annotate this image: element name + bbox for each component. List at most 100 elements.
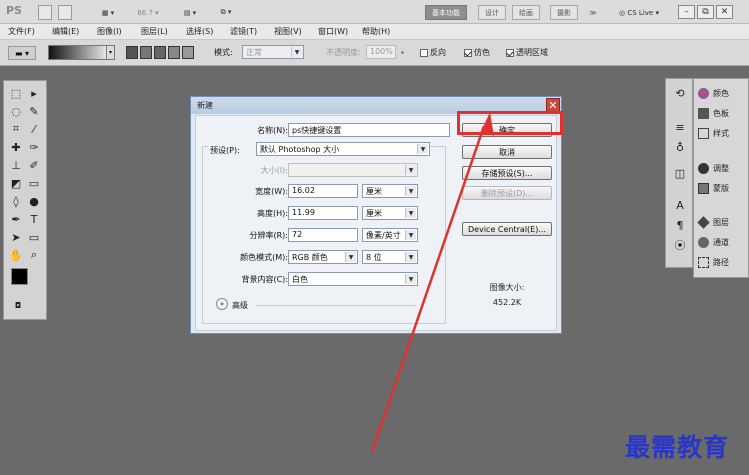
zoom-level[interactable]: 66.7 ▾ bbox=[134, 5, 162, 20]
paragraph-panel-icon[interactable]: ¶ bbox=[672, 217, 688, 233]
delete-preset-button[interactable]: 删除预设(D)... bbox=[462, 186, 552, 200]
height-unit-select[interactable]: 厘米 ▼ bbox=[362, 206, 418, 220]
reflected-gradient-icon[interactable] bbox=[168, 46, 180, 59]
zoom-tool-icon[interactable]: ⌕ bbox=[26, 247, 42, 263]
history-brush-tool-icon[interactable]: ✐ bbox=[26, 157, 42, 173]
width-input[interactable]: 16.02 bbox=[288, 184, 358, 198]
menu-filter[interactable]: 滤镜(T) bbox=[230, 26, 257, 38]
paths-panel-icon bbox=[698, 256, 709, 268]
workspace-photography[interactable]: 摄影 bbox=[550, 5, 578, 20]
panel-layers[interactable]: 图层 bbox=[697, 213, 729, 231]
marquee-tool-icon[interactable]: ⬚ bbox=[8, 85, 24, 101]
preset-select[interactable]: 默认 Photoshop 大小 ▼ bbox=[256, 142, 430, 156]
healing-brush-tool-icon[interactable]: ✚ bbox=[8, 139, 24, 155]
resolution-unit-select[interactable]: 像素/英寸 ▼ bbox=[362, 228, 418, 242]
clone-source-icon[interactable]: ♁ bbox=[672, 139, 688, 155]
ok-button[interactable]: 确定 bbox=[462, 123, 552, 137]
panel-paths[interactable]: 路径 bbox=[698, 253, 729, 271]
eraser-tool-icon[interactable]: ◩ bbox=[8, 175, 24, 191]
panel-swatches[interactable]: 色板 bbox=[698, 104, 729, 122]
reverse-checkbox[interactable] bbox=[420, 48, 428, 57]
gradient-tool-icon[interactable]: ▭ bbox=[26, 175, 42, 191]
menu-file[interactable]: 文件(F) bbox=[8, 26, 35, 38]
tool-preset-picker[interactable]: ▬ ▾ bbox=[8, 46, 36, 60]
advanced-label[interactable]: 高级 bbox=[232, 300, 248, 311]
workspace-painting[interactable]: 绘画 bbox=[512, 5, 540, 20]
hand-tool-icon[interactable]: ✋ bbox=[8, 247, 24, 263]
size-select[interactable]: ▼ bbox=[288, 163, 418, 177]
quick-mask-icon[interactable]: ◘ bbox=[12, 299, 24, 311]
dodge-tool-icon[interactable]: ● bbox=[26, 193, 42, 209]
menu-view[interactable]: 视图(V) bbox=[274, 26, 302, 38]
opacity-field[interactable]: 100% bbox=[366, 45, 396, 59]
tool-presets-icon[interactable]: ◫ bbox=[672, 165, 688, 181]
menu-help[interactable]: 帮助(H) bbox=[362, 26, 390, 38]
cancel-button[interactable]: 取消 bbox=[462, 145, 552, 159]
advanced-toggle-icon[interactable]: » bbox=[216, 298, 228, 310]
colordepth-select[interactable]: 8 位 ▼ bbox=[362, 250, 418, 264]
bridge-icon[interactable] bbox=[38, 5, 52, 20]
save-preset-button[interactable]: 存储预设(S)... bbox=[462, 166, 552, 180]
transparency-checkbox[interactable] bbox=[506, 48, 514, 57]
lasso-tool-icon[interactable]: ◌ bbox=[8, 103, 24, 119]
opacity-slider-arrow-icon[interactable]: ▸ bbox=[398, 46, 408, 58]
clone-stamp-tool-icon[interactable]: ⊥ bbox=[8, 157, 24, 173]
menu-image[interactable]: 图像(I) bbox=[97, 26, 122, 38]
resolution-input[interactable]: 72 bbox=[288, 228, 358, 242]
dialog-close-button[interactable]: ✕ bbox=[546, 98, 560, 112]
workspace-design[interactable]: 设计 bbox=[478, 5, 506, 20]
history-panel-icon[interactable]: ⟲ bbox=[672, 85, 688, 101]
colormode-select[interactable]: RGB 颜色 ▼ bbox=[288, 250, 358, 264]
path-selection-tool-icon[interactable]: ➤ bbox=[8, 229, 24, 245]
menu-select[interactable]: 选择(S) bbox=[186, 26, 213, 38]
screen-mode-icon[interactable]: ⧉ ▾ bbox=[212, 5, 240, 20]
workspace-essentials[interactable]: 基本功能 bbox=[425, 5, 467, 20]
restore-button[interactable]: ⧉ bbox=[697, 5, 714, 19]
menu-window[interactable]: 窗口(W) bbox=[318, 26, 348, 38]
cs-live-button[interactable]: ◎ CS Live ▾ bbox=[614, 5, 664, 20]
menu-edit[interactable]: 编辑(E) bbox=[52, 26, 79, 38]
linear-gradient-icon[interactable] bbox=[126, 46, 138, 59]
panel-styles[interactable]: 样式 bbox=[698, 124, 729, 142]
panel-icon-strip: ⟲ ≡ ♁ ◫ A ¶ ⦿ bbox=[665, 78, 693, 268]
info-panel-icon[interactable]: ⦿ bbox=[672, 237, 688, 253]
shape-tool-icon[interactable]: ▭ bbox=[26, 229, 42, 245]
diamond-gradient-icon[interactable] bbox=[182, 46, 194, 59]
reverse-option[interactable]: 反向 bbox=[420, 47, 446, 58]
angle-gradient-icon[interactable] bbox=[154, 46, 166, 59]
move-tool-icon[interactable]: ▸ bbox=[26, 85, 42, 101]
eyedropper-tool-icon[interactable]: ⁄ bbox=[26, 121, 42, 137]
quick-selection-tool-icon[interactable]: ✎ bbox=[26, 103, 42, 119]
name-input[interactable]: ps快捷键设置 bbox=[288, 123, 450, 137]
arrange-documents-icon[interactable]: ▤ ▾ bbox=[176, 5, 204, 20]
mode-select[interactable]: 正常 ▼ bbox=[242, 45, 304, 59]
gradient-picker-arrow-icon[interactable]: ▾ bbox=[106, 45, 115, 60]
blur-tool-icon[interactable]: ◊ bbox=[8, 193, 24, 209]
brush-panel-icon[interactable]: ≡ bbox=[672, 119, 688, 135]
more-workspaces-icon[interactable]: ≫ bbox=[586, 5, 600, 20]
menu-layer[interactable]: 图层(L) bbox=[141, 26, 168, 38]
panel-masks[interactable]: 蒙版 bbox=[698, 179, 729, 197]
mini-bridge-icon[interactable] bbox=[58, 5, 72, 20]
transparency-option[interactable]: 透明区域 bbox=[506, 47, 548, 58]
minimize-button[interactable]: – bbox=[678, 5, 695, 19]
view-extras-icon[interactable]: ▦ ▾ bbox=[94, 5, 122, 20]
brush-tool-icon[interactable]: ✑ bbox=[26, 139, 42, 155]
panel-channels[interactable]: 通道 bbox=[698, 233, 729, 251]
radial-gradient-icon[interactable] bbox=[140, 46, 152, 59]
close-window-button[interactable]: ✕ bbox=[716, 5, 733, 19]
width-unit-select[interactable]: 厘米 ▼ bbox=[362, 184, 418, 198]
gradient-swatch[interactable] bbox=[48, 45, 114, 60]
dither-checkbox[interactable] bbox=[464, 48, 472, 57]
device-central-button[interactable]: Device Central(E)... bbox=[462, 222, 552, 236]
foreground-color-swatch[interactable] bbox=[11, 268, 28, 285]
character-panel-icon[interactable]: A bbox=[672, 197, 688, 213]
type-tool-icon[interactable]: T bbox=[26, 211, 42, 227]
panel-color[interactable]: 颜色 bbox=[698, 84, 729, 102]
crop-tool-icon[interactable]: ⌗ bbox=[8, 121, 24, 137]
background-select[interactable]: 白色 ▼ bbox=[288, 272, 418, 286]
panel-adjustments[interactable]: 调整 bbox=[698, 159, 729, 177]
dither-option[interactable]: 仿色 bbox=[464, 47, 490, 58]
height-input[interactable]: 11.99 bbox=[288, 206, 358, 220]
pen-tool-icon[interactable]: ✒ bbox=[8, 211, 24, 227]
